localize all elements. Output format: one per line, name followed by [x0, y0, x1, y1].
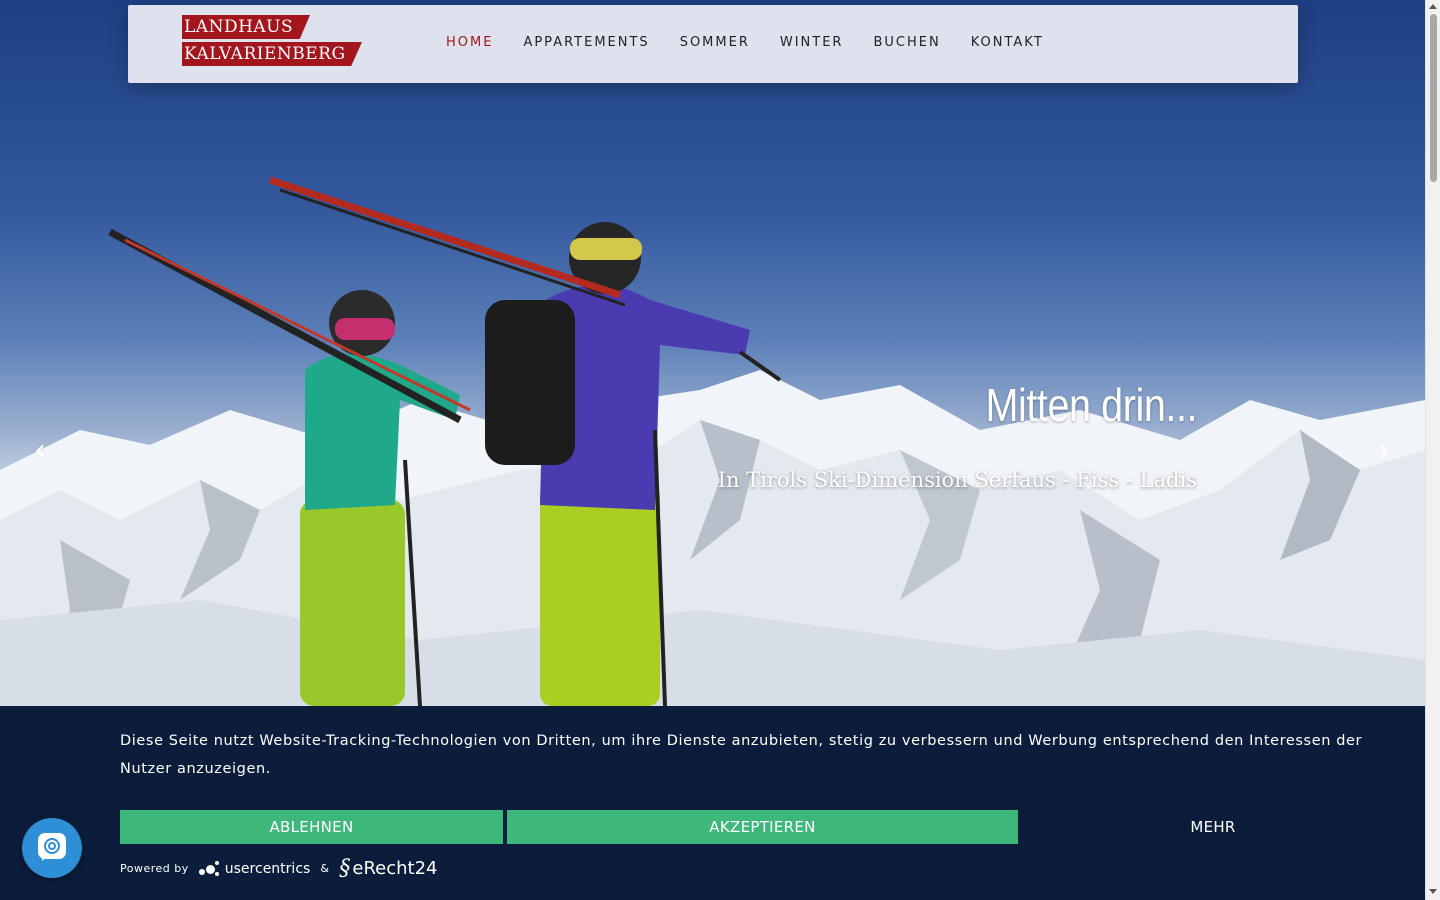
slide-title: Mitten drin... — [985, 379, 1197, 431]
cookie-banner: Diese Seite nutzt Website-Tracking-Techn… — [0, 706, 1425, 900]
usercentrics-logo[interactable]: usercentrics — [198, 860, 311, 878]
page-scrollbar[interactable] — [1425, 0, 1440, 900]
chevron-right-icon[interactable]: › — [1372, 436, 1396, 466]
nav-item-winter[interactable]: WINTER — [780, 35, 844, 50]
powered-by-label: Powered by — [120, 862, 189, 875]
logo-line-2: KALVARIENBERG — [184, 44, 346, 64]
deny-button[interactable]: ABLEHNEN — [120, 810, 503, 844]
scroll-down-icon[interactable] — [1429, 889, 1437, 894]
hero-slider: Mitten drin... In Tirols Ski-Dimension S… — [0, 0, 1425, 706]
nav-item-kontakt[interactable]: KONTAKT — [971, 35, 1044, 50]
more-button[interactable]: MEHR — [1022, 810, 1404, 844]
nav-menu: HOME APPARTEMENTS SOMMER WINTER BUCHEN K… — [446, 35, 1044, 50]
scroll-up-icon[interactable] — [1429, 4, 1437, 9]
privacy-settings-button[interactable] — [22, 818, 82, 878]
accept-button[interactable]: AKZEPTIEREN — [507, 810, 1018, 844]
nav-item-appartements[interactable]: APPARTEMENTS — [523, 35, 649, 50]
nav-item-home[interactable]: HOME — [446, 35, 493, 50]
main-navbar: LANDHAUS KALVARIENBERG HOME APPARTEMENTS… — [128, 5, 1298, 83]
logo-line-1: LANDHAUS — [184, 17, 294, 37]
slide-subtitle: In Tirols Ski-Dimension Serfaus - Fiss -… — [717, 468, 1197, 492]
nav-item-sommer[interactable]: SOMMER — [680, 35, 750, 50]
usercentrics-dots-icon — [198, 860, 221, 878]
erecht24-swirl-icon: § — [339, 856, 351, 881]
scroll-thumb[interactable] — [1430, 14, 1437, 182]
erecht24-label: eRecht24 — [352, 858, 438, 879]
usercentrics-label: usercentrics — [224, 860, 311, 877]
site-logo[interactable]: LANDHAUS KALVARIENBERG — [182, 15, 362, 66]
erecht24-logo[interactable]: § eRecht24 — [339, 856, 437, 881]
hero-background-image — [0, 176, 1425, 706]
cookie-text: Diese Seite nutzt Website-Tracking-Techn… — [120, 733, 1363, 777]
powered-by: Powered by usercentrics & § eRecht24 — [120, 856, 438, 881]
nav-item-buchen[interactable]: BUCHEN — [873, 35, 940, 50]
chevron-left-icon[interactable]: ‹ — [28, 436, 52, 466]
ampersand: & — [320, 862, 330, 875]
